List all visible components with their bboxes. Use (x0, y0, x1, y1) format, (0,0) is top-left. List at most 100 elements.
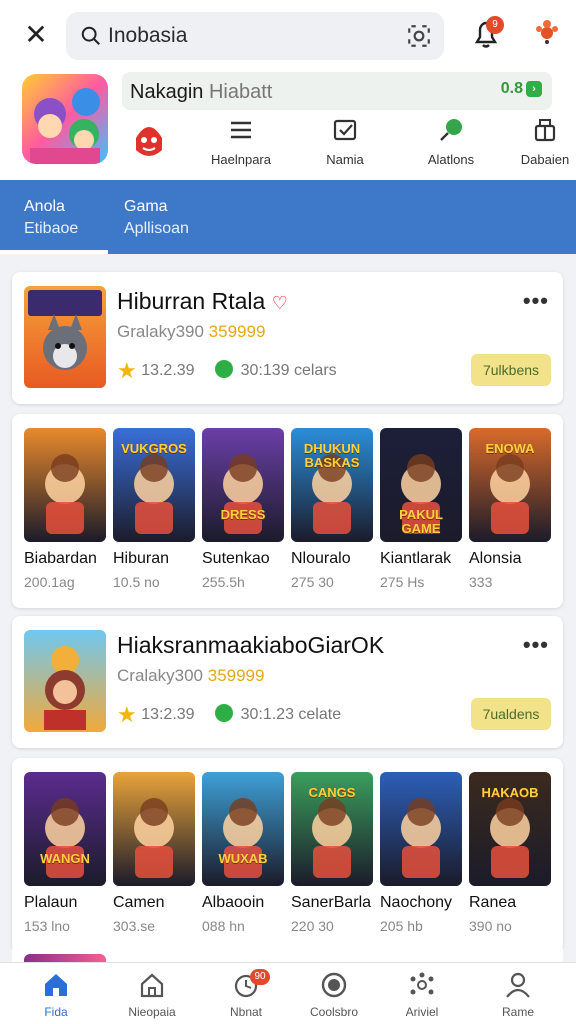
game-name: Hiburan (113, 550, 170, 567)
game-tile[interactable]: Camen 303.se (113, 772, 195, 934)
tab-1[interactable]: Anola Etibaoe (24, 196, 78, 240)
more-options-icon[interactable]: ••• (523, 288, 549, 314)
game-row: WANGN Plalaun 153 lno Camen 303.se WUXAB Albao… (12, 758, 563, 952)
install-button[interactable]: 7ulkbens (471, 354, 551, 386)
featured-app-subtitle: Gralaky390 359999 (117, 322, 266, 341)
bottom-nav-home[interactable]: Fida (8, 971, 104, 1019)
game-thumbnail-label: CANGS (308, 785, 356, 800)
user-icon (506, 972, 530, 998)
featured-app-card[interactable]: Hiburran Rtala ♡ Gralaky390 359999 ★ 13.… (12, 272, 563, 404)
game-size: 220 30 (291, 918, 334, 934)
game-row: Biabardan 200.1ag VUKGROS Hiburan 10.5 no DRE… (12, 414, 563, 608)
bottom-nav-updates[interactable]: Nbnat 90 (198, 969, 294, 1019)
game-size: 333 (469, 574, 493, 590)
game-thumbnail: VUKGROS (113, 428, 195, 542)
game-size: 275 Hs (380, 574, 425, 590)
install-button[interactable]: 7ualdens (471, 698, 551, 730)
bottom-nav-store[interactable]: Nieopaia (104, 971, 200, 1019)
game-name: Biabardan (24, 550, 97, 567)
game-thumbnail: DHUKUN BASKAS (291, 428, 373, 542)
game-name: Sutenkao (202, 550, 270, 567)
leaf-icon (440, 119, 462, 141)
featured-app-meta: ★ 13.2.39 30:139 celars (117, 358, 337, 383)
flower-icon[interactable] (532, 18, 562, 48)
game-tile[interactable]: WANGN Plalaun 153 lno (24, 772, 106, 934)
star-icon: ★ (117, 358, 137, 383)
game-thumbnail (24, 428, 106, 542)
quick-nav-item-2[interactable]: Namia (300, 116, 390, 167)
featured-app-meta: ★ 13:2.39 30:1.23 celate (117, 702, 342, 727)
game-size: 255.5h (202, 574, 245, 590)
game-name: Ranea (469, 894, 517, 911)
game-thumbnail-label: DRESS (220, 507, 266, 522)
game-thumbnail: HAKAOB (469, 772, 551, 886)
game-tile[interactable]: Biabardan 200.1ag (24, 428, 106, 590)
app-title-bar[interactable]: Nakagin Hiabatt 0.8 › (122, 72, 552, 110)
game-thumbnail: ENOWA (469, 428, 551, 542)
search-icon (81, 26, 100, 45)
game-size: 200.1ag (24, 574, 75, 590)
game-thumbnail-label: WANGN (40, 851, 90, 866)
game-thumbnail: CANGS (291, 772, 373, 886)
gauge-icon (321, 972, 347, 998)
tab-2[interactable]: Gama Apllisoan (124, 196, 189, 240)
game-name: Nlouralo (291, 550, 351, 567)
featured-app-card[interactable]: HiaksranmaakiaboGiarOK Cralaky300 359999… (12, 616, 563, 748)
bottom-nav-profile[interactable]: Rame (470, 971, 566, 1019)
game-tile[interactable]: WUXAB Albaooin 088 hn (202, 772, 284, 934)
app-screen: ✕ Inobasia 9 Nakagin Hiabatt 0.8 › Haeln… (0, 0, 576, 1024)
game-name: SanerBarla (291, 894, 372, 911)
game-name: Albaooin (202, 894, 265, 911)
search-value: Inobasia (108, 24, 188, 47)
game-thumbnail-label: WUXAB (218, 851, 268, 866)
game-tile[interactable]: Naochony 205 hb (380, 772, 462, 934)
star-icon: ★ (117, 702, 137, 727)
quick-nav: Haelnpara Namia Alatlons Dabaien (196, 116, 576, 176)
bottom-navigation: Fida Nieopaia Nbnat 90 Coolsbro Ariviel … (0, 962, 576, 1024)
close-icon[interactable]: ✕ (22, 21, 50, 50)
game-tile[interactable]: PAKUL GAME Kiantlarak 275 Hs (380, 428, 462, 590)
quick-nav-item-1[interactable]: Haelnpara (196, 116, 286, 167)
game-name: Naochony (380, 894, 453, 911)
store-icon (140, 973, 164, 998)
game-size: 153 lno (24, 918, 70, 934)
notification-bell-icon[interactable]: 9 (468, 16, 504, 52)
more-options-icon[interactable]: ••• (523, 632, 549, 658)
game-size: 390 no (469, 918, 512, 934)
notification-badge: 9 (486, 16, 504, 34)
game-thumbnail (380, 772, 462, 886)
bottom-nav-network[interactable]: Ariviel (374, 971, 470, 1019)
game-thumbnail (113, 772, 195, 886)
chat-icon (214, 360, 233, 378)
game-tile[interactable]: CANGS SanerBarla 220 30 (291, 772, 373, 934)
game-tile[interactable]: DHUKUN BASKAS Nlouralo 275 30 (291, 428, 373, 590)
game-name: Camen (113, 894, 165, 911)
quick-nav-item-3[interactable]: Alatlons (406, 116, 496, 167)
game-size: 205 hb (380, 918, 423, 934)
game-size: 275 30 (291, 574, 334, 590)
network-icon (410, 972, 434, 995)
checkbox-icon (333, 119, 357, 141)
search-input[interactable]: Inobasia (66, 12, 444, 60)
quick-nav-item-4[interactable]: Dabaien (500, 116, 576, 167)
game-thumbnail: WANGN (24, 772, 106, 886)
game-size: 088 hn (202, 918, 245, 934)
camera-scan-icon[interactable] (406, 23, 432, 49)
app-title: Nakagin (130, 81, 204, 103)
game-tile[interactable]: HAKAOB Ranea 390 no (469, 772, 551, 934)
game-tile[interactable]: VUKGROS Hiburan 10.5 no (113, 428, 195, 590)
quick-nav-label: Haelnpara (211, 152, 271, 167)
game-size: 303.se (113, 918, 156, 934)
game-name: Alonsia (469, 550, 522, 567)
game-thumbnail: DRESS (202, 428, 284, 542)
red-mascot-icon[interactable] (130, 120, 168, 160)
game-tile[interactable]: DRESS Sutenkao 255.5h (202, 428, 284, 590)
quick-nav-label: Dabaien (520, 152, 570, 167)
bottom-nav-gauge[interactable]: Coolsbro (286, 971, 382, 1019)
arrow-badge-icon: › (526, 80, 542, 97)
game-thumbnail-label: DHUKUN BASKAS (303, 441, 361, 470)
updates-badge: 90 (250, 969, 270, 985)
game-tile[interactable]: ENOWA Alonsia 333 (469, 428, 551, 590)
quick-nav-label: Alatlons (427, 152, 475, 167)
home-icon (45, 974, 67, 996)
